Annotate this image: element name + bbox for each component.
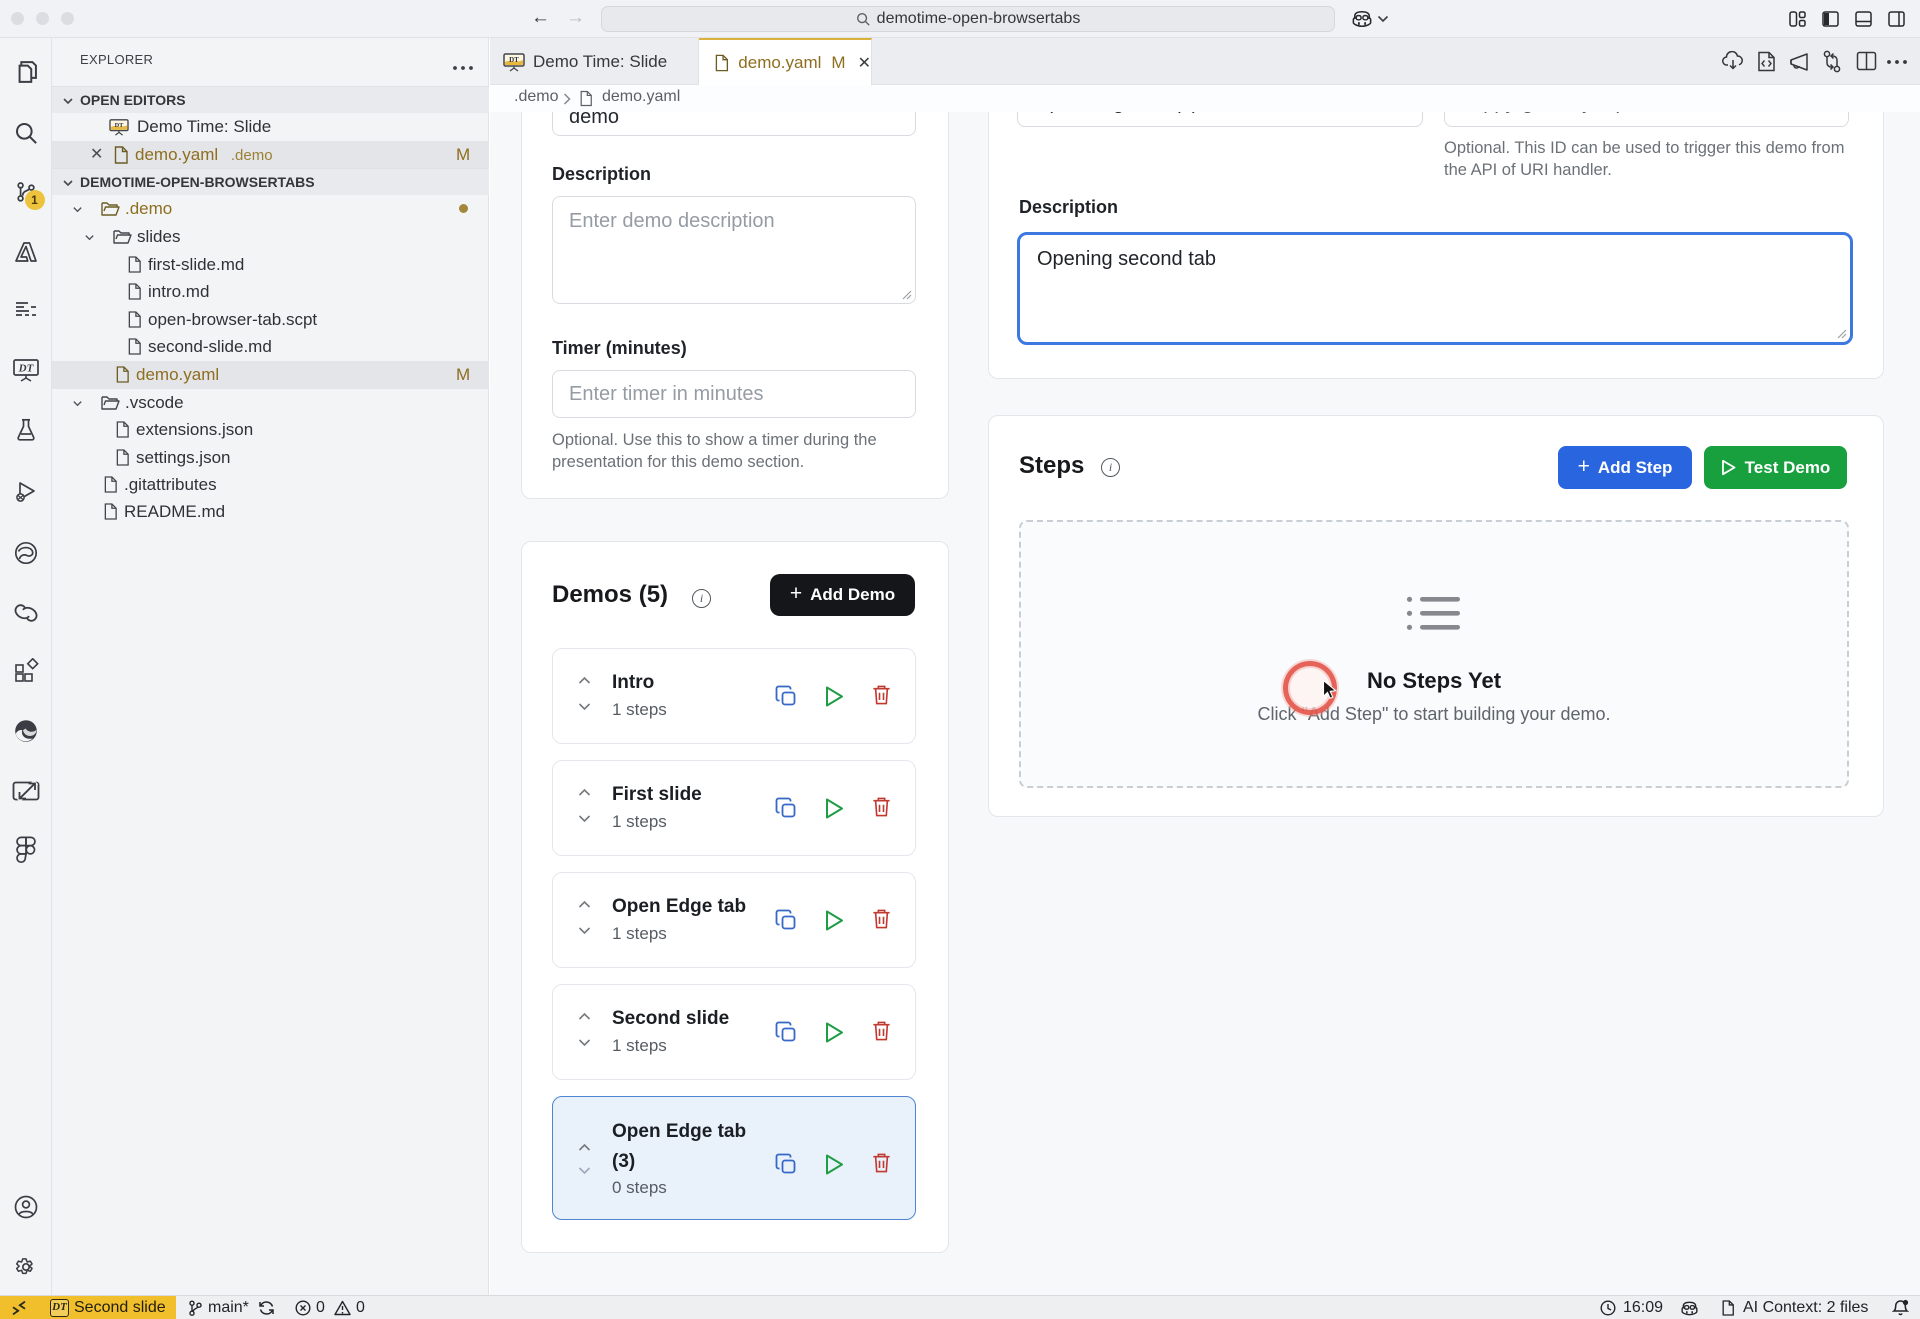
svg-text:DT: DT <box>115 122 125 129</box>
svg-text:DT: DT <box>509 56 519 64</box>
svg-text:DT: DT <box>17 363 34 375</box>
